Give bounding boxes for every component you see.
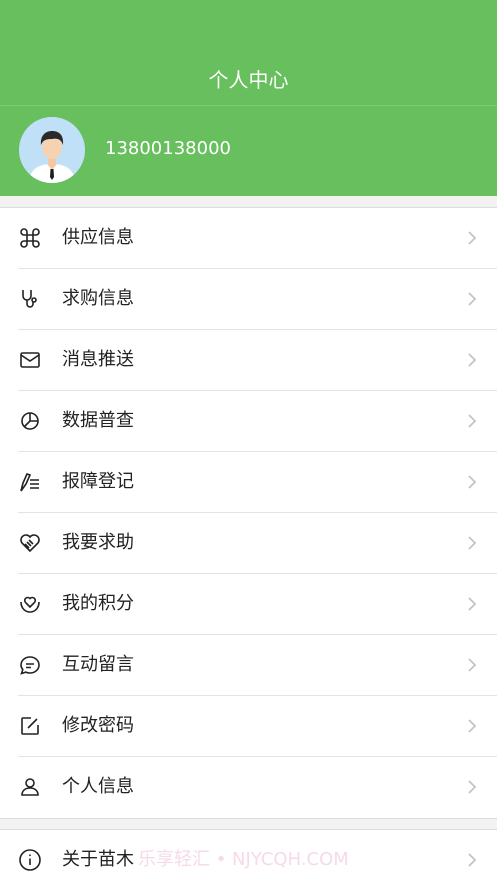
chevron-right-icon	[467, 230, 477, 246]
menu-list: 供应信息 求购信息 消息推送 数据普查 报障登记 我要求助 我的积分 互动留言 …	[0, 207, 497, 819]
chevron-right-icon	[467, 352, 477, 368]
menu-item-comments[interactable]: 互动留言	[0, 635, 497, 696]
pie-chart-icon	[18, 409, 42, 433]
menu-item-label: 个人信息	[62, 776, 134, 797]
avatar[interactable]	[19, 117, 85, 183]
info-icon	[18, 848, 42, 872]
menu-item-label: 消息推送	[62, 349, 134, 370]
menu-item-label: 互动留言	[62, 654, 134, 675]
header-divider	[0, 105, 497, 106]
menu-item-fault-report[interactable]: 报障登记	[0, 452, 497, 513]
page-title: 个人中心	[208, 68, 289, 92]
menu-item-help[interactable]: 我要求助	[0, 513, 497, 574]
menu-item-label: 数据普查	[62, 410, 134, 431]
menu-item-label: 求购信息	[62, 288, 134, 309]
handshake-heart-icon	[18, 531, 42, 555]
menu-item-label: 供应信息	[62, 227, 134, 248]
about-group: 关于苗木 乐享轻汇 • NJYCQH.COM	[0, 829, 497, 883]
menu-item-label: 我要求助	[62, 532, 134, 553]
watermark: 乐享轻汇 • NJYCQH.COM	[138, 849, 349, 870]
chevron-right-icon	[467, 779, 477, 795]
menu-item-purchase[interactable]: 求购信息	[0, 269, 497, 330]
menu-item-label: 报障登记	[62, 471, 134, 492]
chevron-right-icon	[467, 413, 477, 429]
chevron-right-icon	[467, 596, 477, 612]
profile-header: 个人中心 13800138000	[0, 0, 497, 196]
stethoscope-icon	[18, 287, 42, 311]
edit-square-icon	[18, 714, 42, 738]
menu-item-label: 修改密码	[62, 715, 134, 736]
heart-hands-icon	[18, 592, 42, 616]
chevron-right-icon	[467, 657, 477, 673]
chat-bubble-icon	[18, 653, 42, 677]
menu-item-about[interactable]: 关于苗木 乐享轻汇 • NJYCQH.COM	[0, 830, 497, 883]
phone-number: 13800138000	[105, 138, 231, 159]
menu-item-label: 关于苗木	[62, 849, 134, 870]
chevron-right-icon	[467, 474, 477, 490]
menu-item-points[interactable]: 我的积分	[0, 574, 497, 635]
menu-item-personal-info[interactable]: 个人信息	[0, 757, 497, 818]
menu-item-label: 我的积分	[62, 593, 134, 614]
user-icon	[18, 775, 42, 799]
command-icon	[18, 226, 42, 250]
chevron-right-icon	[467, 852, 477, 868]
chevron-right-icon	[467, 718, 477, 734]
pen-list-icon	[18, 470, 42, 494]
menu-item-supply[interactable]: 供应信息	[0, 208, 497, 269]
chevron-right-icon	[467, 535, 477, 551]
menu-item-census[interactable]: 数据普查	[0, 391, 497, 452]
menu-item-change-password[interactable]: 修改密码	[0, 696, 497, 757]
menu-item-messages[interactable]: 消息推送	[0, 330, 497, 391]
mail-icon	[18, 348, 42, 372]
chevron-right-icon	[467, 291, 477, 307]
